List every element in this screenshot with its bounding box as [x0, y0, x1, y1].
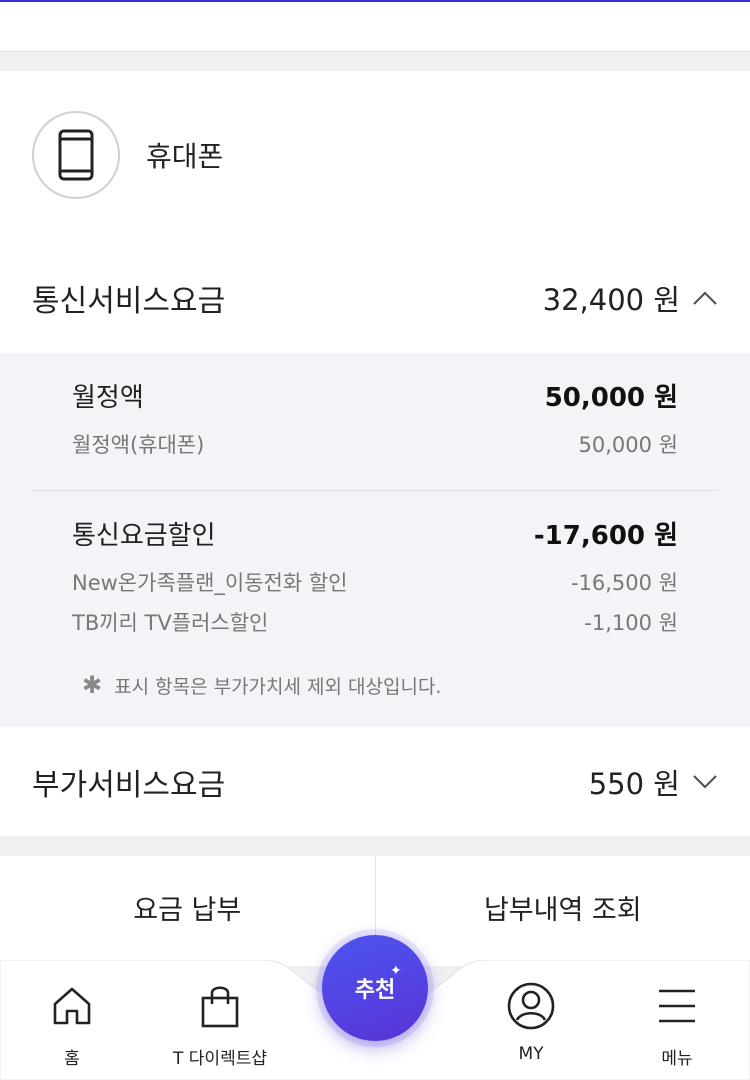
tab-my[interactable]: MY	[461, 982, 601, 1064]
payment-history-button[interactable]: 납부내역 조회	[376, 856, 750, 966]
detail-label: 통신요금할인	[72, 521, 216, 551]
detail-sublabel: New온가족플랜_이동전화 할인	[72, 571, 348, 595]
hamburger-menu-icon	[659, 989, 695, 1023]
telecom-section-header[interactable]: 통신서비스요금 32,400 원	[32, 268, 718, 328]
addon-section-summary: 550 원	[589, 761, 718, 803]
pay-bill-button[interactable]: 요금 납부	[0, 856, 376, 966]
addon-section-amount: 550 원	[588, 767, 680, 801]
detail-sublabel: TB끼리 TV플러스할인	[72, 611, 269, 635]
tab-home-label: 홈	[64, 1049, 80, 1069]
sparkle-icon: ✦	[390, 963, 402, 979]
tab-direct-shop-label: T 다이렉트샵	[173, 1049, 267, 1069]
detail-label: 월정액	[72, 383, 144, 413]
chevron-down-icon[interactable]	[692, 774, 718, 790]
detail-subamount: -16,500 원	[570, 571, 678, 595]
tab-direct-shop[interactable]: T 다이렉트샵	[150, 982, 290, 1069]
tab-home[interactable]: 홈	[2, 982, 142, 1069]
chevron-up-icon[interactable]	[692, 290, 718, 306]
detail-subrow: 월정액(휴대폰) 50,000 원	[72, 429, 678, 459]
detail-subrow: TB끼리 TV플러스할인 -1,100 원	[72, 607, 678, 637]
detail-row: 통신요금할인 -17,600 원	[72, 515, 678, 552]
addon-section-title: 부가서비스요금	[32, 768, 226, 803]
detail-row: 월정액 50,000 원	[72, 377, 678, 414]
divider	[32, 490, 718, 491]
bill-card: 휴대폰 통신서비스요금 32,400 원 월정액 50,000 원 월정액(휴대…	[0, 71, 750, 836]
detail-subamount: -1,100 원	[584, 611, 678, 635]
detail-subrow: New온가족플랜_이동전화 할인 -16,500 원	[72, 567, 678, 597]
recommend-button[interactable]: 추천 ✦	[322, 935, 428, 1041]
detail-sublabel: 월정액(휴대폰)	[72, 433, 205, 457]
tab-menu[interactable]: 메뉴	[607, 982, 747, 1069]
detail-amount: -17,600 원	[533, 521, 678, 551]
detail-subamount: 50,000 원	[578, 433, 678, 457]
tab-menu-label: 메뉴	[661, 1049, 693, 1069]
telecom-section-title: 통신서비스요금	[32, 284, 226, 319]
section-gap	[0, 52, 750, 71]
device-label: 휴대폰	[146, 140, 224, 173]
detail-amount: 50,000 원	[544, 383, 678, 413]
asterisk-icon: ✱	[82, 671, 103, 699]
phone-icon	[32, 111, 120, 199]
device-row: 휴대폰	[32, 111, 223, 199]
top-strip	[0, 0, 750, 52]
tab-my-label: MY	[518, 1044, 544, 1064]
home-icon	[53, 987, 91, 1025]
telecom-detail-panel: 월정액 50,000 원 월정액(휴대폰) 50,000 원 통신요금할인 -1…	[0, 353, 750, 727]
addon-section-header[interactable]: 부가서비스요금 550 원	[32, 752, 718, 812]
vat-note-text: 표시 항목은 부가가치세 제외 대상입니다.	[114, 675, 442, 698]
telecom-section-amount: 32,400 원	[542, 283, 680, 317]
telecom-section-summary: 32,400 원	[543, 277, 718, 319]
user-icon	[507, 982, 555, 1030]
vat-note: ✱ 표시 항목은 부가가치세 제외 대상입니다.	[82, 671, 441, 699]
section-gap	[0, 836, 750, 856]
shopping-bag-icon	[201, 986, 239, 1028]
